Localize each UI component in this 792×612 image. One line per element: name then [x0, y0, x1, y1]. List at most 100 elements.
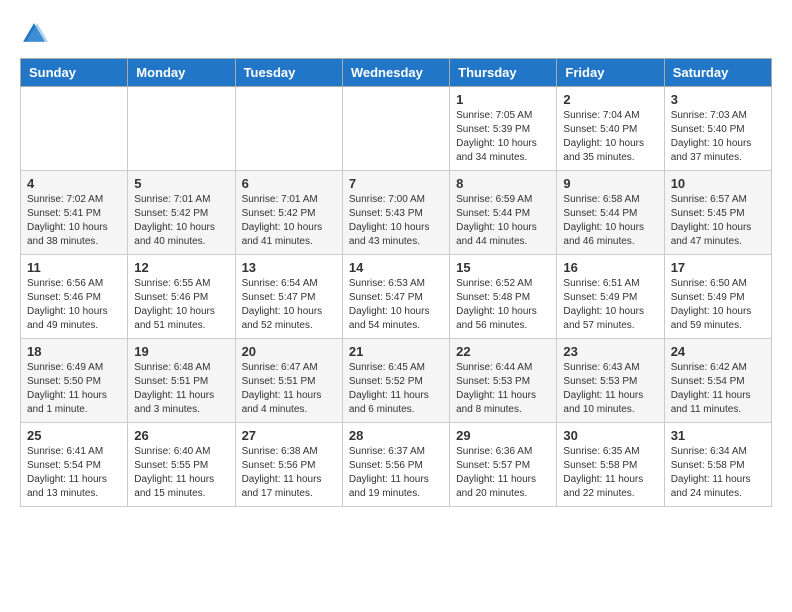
calendar-week-row: 11 Sunrise: 6:56 AM Sunset: 5:46 PM Dayli…	[21, 255, 772, 339]
calendar-cell: 21 Sunrise: 6:45 AM Sunset: 5:52 PM Dayli…	[342, 339, 449, 423]
calendar-cell: 30 Sunrise: 6:35 AM Sunset: 5:58 PM Dayli…	[557, 423, 664, 507]
day-info: Sunrise: 6:51 AM Sunset: 5:49 PM Dayligh…	[563, 277, 657, 333]
day-info: Sunrise: 6:42 AM Sunset: 5:54 PM Dayligh…	[671, 361, 765, 417]
day-number: 5	[134, 176, 228, 191]
calendar-cell: 23 Sunrise: 6:43 AM Sunset: 5:53 PM Dayli…	[557, 339, 664, 423]
day-info: Sunrise: 7:03 AM Sunset: 5:40 PM Dayligh…	[671, 109, 765, 165]
day-number: 15	[456, 260, 550, 275]
day-info: Sunrise: 7:00 AM Sunset: 5:43 PM Dayligh…	[349, 193, 443, 249]
day-number: 13	[242, 260, 336, 275]
day-info: Sunrise: 6:34 AM Sunset: 5:58 PM Dayligh…	[671, 445, 765, 501]
calendar-cell: 29 Sunrise: 6:36 AM Sunset: 5:57 PM Dayli…	[450, 423, 557, 507]
day-info: Sunrise: 6:47 AM Sunset: 5:51 PM Dayligh…	[242, 361, 336, 417]
day-info: Sunrise: 6:40 AM Sunset: 5:55 PM Dayligh…	[134, 445, 228, 501]
day-info: Sunrise: 6:54 AM Sunset: 5:47 PM Dayligh…	[242, 277, 336, 333]
calendar-cell: 2Sunrise: 7:04 AM Sunset: 5:40 PM Daylig…	[557, 87, 664, 171]
calendar-cell: 1Sunrise: 7:05 AM Sunset: 5:39 PM Daylig…	[450, 87, 557, 171]
calendar-cell: 6 Sunrise: 7:01 AM Sunset: 5:42 PM Daylig…	[235, 171, 342, 255]
day-info: Sunrise: 7:05 AM Sunset: 5:39 PM Dayligh…	[456, 109, 550, 165]
day-number: 26	[134, 428, 228, 443]
weekday-header: Saturday	[664, 59, 771, 87]
calendar-cell: 25 Sunrise: 6:41 AM Sunset: 5:54 PM Dayli…	[21, 423, 128, 507]
day-number: 7	[349, 176, 443, 191]
logo	[20, 20, 54, 48]
calendar-cell: 10 Sunrise: 6:57 AM Sunset: 5:45 PM Dayli…	[664, 171, 771, 255]
calendar-week-row: 18Sunrise: 6:49 AM Sunset: 5:50 PM Dayli…	[21, 339, 772, 423]
calendar-cell: 26 Sunrise: 6:40 AM Sunset: 5:55 PM Dayli…	[128, 423, 235, 507]
calendar-cell: 22Sunrise: 6:44 AM Sunset: 5:53 PM Dayli…	[450, 339, 557, 423]
calendar-cell: 19 Sunrise: 6:48 AM Sunset: 5:51 PM Dayli…	[128, 339, 235, 423]
calendar-week-row: 1Sunrise: 7:05 AM Sunset: 5:39 PM Daylig…	[21, 87, 772, 171]
day-number: 20	[242, 344, 336, 359]
day-number: 30	[563, 428, 657, 443]
day-number: 21	[349, 344, 443, 359]
calendar-cell: 4 Sunrise: 7:02 AM Sunset: 5:41 PM Daylig…	[21, 171, 128, 255]
day-number: 12	[134, 260, 228, 275]
day-info: Sunrise: 6:57 AM Sunset: 5:45 PM Dayligh…	[671, 193, 765, 249]
day-info: Sunrise: 7:04 AM Sunset: 5:40 PM Dayligh…	[563, 109, 657, 165]
day-info: Sunrise: 7:02 AM Sunset: 5:41 PM Dayligh…	[27, 193, 121, 249]
calendar-cell	[128, 87, 235, 171]
day-info: Sunrise: 6:44 AM Sunset: 5:53 PM Dayligh…	[456, 361, 550, 417]
calendar-cell: 7 Sunrise: 7:00 AM Sunset: 5:43 PM Daylig…	[342, 171, 449, 255]
calendar-header-row: SundayMondayTuesdayWednesdayThursdayFrid…	[21, 59, 772, 87]
calendar-cell: 12 Sunrise: 6:55 AM Sunset: 5:46 PM Dayli…	[128, 255, 235, 339]
calendar-cell: 28 Sunrise: 6:37 AM Sunset: 5:56 PM Dayli…	[342, 423, 449, 507]
calendar-cell: 15 Sunrise: 6:52 AM Sunset: 5:48 PM Dayli…	[450, 255, 557, 339]
calendar-cell: 18Sunrise: 6:49 AM Sunset: 5:50 PM Dayli…	[21, 339, 128, 423]
day-info: Sunrise: 6:48 AM Sunset: 5:51 PM Dayligh…	[134, 361, 228, 417]
day-info: Sunrise: 7:01 AM Sunset: 5:42 PM Dayligh…	[134, 193, 228, 249]
calendar-table: SundayMondayTuesdayWednesdayThursdayFrid…	[20, 58, 772, 507]
day-info: Sunrise: 6:56 AM Sunset: 5:46 PM Dayligh…	[27, 277, 121, 333]
day-info: Sunrise: 6:58 AM Sunset: 5:44 PM Dayligh…	[563, 193, 657, 249]
day-number: 19	[134, 344, 228, 359]
day-info: Sunrise: 6:55 AM Sunset: 5:46 PM Dayligh…	[134, 277, 228, 333]
day-number: 14	[349, 260, 443, 275]
day-info: Sunrise: 6:38 AM Sunset: 5:56 PM Dayligh…	[242, 445, 336, 501]
day-number: 17	[671, 260, 765, 275]
calendar-cell: 20 Sunrise: 6:47 AM Sunset: 5:51 PM Dayli…	[235, 339, 342, 423]
day-number: 28	[349, 428, 443, 443]
calendar-cell	[342, 87, 449, 171]
day-number: 6	[242, 176, 336, 191]
weekday-header: Sunday	[21, 59, 128, 87]
day-info: Sunrise: 6:36 AM Sunset: 5:57 PM Dayligh…	[456, 445, 550, 501]
day-number: 10	[671, 176, 765, 191]
day-info: Sunrise: 6:41 AM Sunset: 5:54 PM Dayligh…	[27, 445, 121, 501]
day-number: 4	[27, 176, 121, 191]
calendar-cell: 5 Sunrise: 7:01 AM Sunset: 5:42 PM Daylig…	[128, 171, 235, 255]
day-info: Sunrise: 6:43 AM Sunset: 5:53 PM Dayligh…	[563, 361, 657, 417]
calendar-week-row: 25 Sunrise: 6:41 AM Sunset: 5:54 PM Dayli…	[21, 423, 772, 507]
calendar-cell: 27Sunrise: 6:38 AM Sunset: 5:56 PM Dayli…	[235, 423, 342, 507]
day-number: 16	[563, 260, 657, 275]
day-info: Sunrise: 7:01 AM Sunset: 5:42 PM Dayligh…	[242, 193, 336, 249]
day-info: Sunrise: 6:45 AM Sunset: 5:52 PM Dayligh…	[349, 361, 443, 417]
calendar-cell: 24 Sunrise: 6:42 AM Sunset: 5:54 PM Dayli…	[664, 339, 771, 423]
calendar-cell: 11 Sunrise: 6:56 AM Sunset: 5:46 PM Dayli…	[21, 255, 128, 339]
day-number: 8	[456, 176, 550, 191]
day-number: 24	[671, 344, 765, 359]
weekday-header: Wednesday	[342, 59, 449, 87]
day-info: Sunrise: 6:52 AM Sunset: 5:48 PM Dayligh…	[456, 277, 550, 333]
day-info: Sunrise: 6:59 AM Sunset: 5:44 PM Dayligh…	[456, 193, 550, 249]
day-number: 31	[671, 428, 765, 443]
day-number: 29	[456, 428, 550, 443]
day-info: Sunrise: 6:50 AM Sunset: 5:49 PM Dayligh…	[671, 277, 765, 333]
weekday-header: Monday	[128, 59, 235, 87]
calendar-week-row: 4 Sunrise: 7:02 AM Sunset: 5:41 PM Daylig…	[21, 171, 772, 255]
day-number: 25	[27, 428, 121, 443]
day-number: 11	[27, 260, 121, 275]
weekday-header: Tuesday	[235, 59, 342, 87]
day-number: 3	[671, 92, 765, 107]
calendar-cell: 3 Sunrise: 7:03 AM Sunset: 5:40 PM Daylig…	[664, 87, 771, 171]
calendar-cell	[21, 87, 128, 171]
day-number: 9	[563, 176, 657, 191]
day-number: 23	[563, 344, 657, 359]
day-info: Sunrise: 6:35 AM Sunset: 5:58 PM Dayligh…	[563, 445, 657, 501]
weekday-header: Thursday	[450, 59, 557, 87]
day-info: Sunrise: 6:37 AM Sunset: 5:56 PM Dayligh…	[349, 445, 443, 501]
calendar-cell: 13 Sunrise: 6:54 AM Sunset: 5:47 PM Dayli…	[235, 255, 342, 339]
logo-icon	[20, 20, 48, 48]
calendar-cell: 31 Sunrise: 6:34 AM Sunset: 5:58 PM Dayli…	[664, 423, 771, 507]
calendar-cell: 8 Sunrise: 6:59 AM Sunset: 5:44 PM Daylig…	[450, 171, 557, 255]
